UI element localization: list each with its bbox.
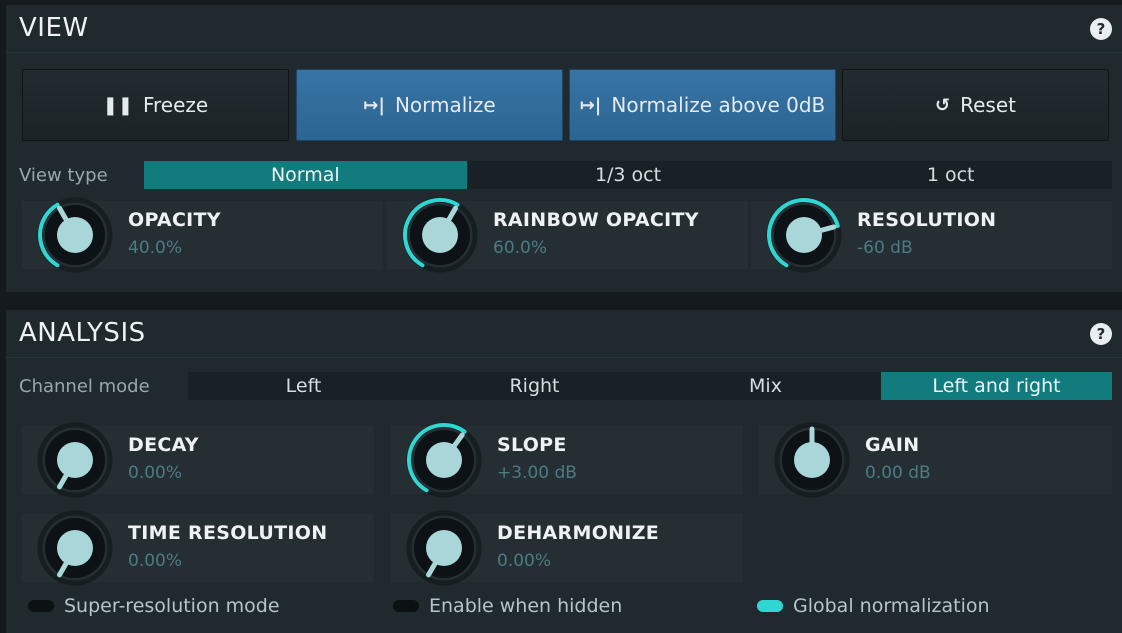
opacity-value: 40.0% bbox=[128, 238, 183, 258]
gain-name: GAIN bbox=[865, 434, 920, 456]
decay-knob[interactable] bbox=[36, 421, 114, 499]
slope-value: +3.00 dB bbox=[497, 463, 577, 483]
view-header: VIEW ? bbox=[6, 5, 1122, 53]
decay-name: DECAY bbox=[128, 434, 199, 456]
channel-mode-left[interactable]: Left bbox=[188, 372, 419, 400]
resolution-knob[interactable] bbox=[765, 196, 843, 274]
time-resolution-control: TIME RESOLUTION 0.00% bbox=[22, 510, 374, 586]
super-resolution-label: Super-resolution mode bbox=[64, 595, 280, 617]
global-normalization-switch[interactable] bbox=[757, 600, 783, 612]
decay-control: DECAY 0.00% bbox=[22, 422, 374, 498]
deharmonize-name: DEHARMONIZE bbox=[497, 522, 660, 544]
freeze-label: Freeze bbox=[142, 93, 209, 117]
view-type-row: View type Normal 1/3 oct 1 oct bbox=[6, 161, 1112, 189]
rainbow-opacity-control: RAINBOW OPACITY 60.0% bbox=[387, 197, 748, 273]
channel-mode-selector[interactable]: Left Right Mix Left and right bbox=[188, 372, 1112, 400]
view-type-label: View type bbox=[19, 164, 108, 186]
view-type-normal[interactable]: Normal bbox=[144, 161, 467, 189]
view-help-icon[interactable]: ? bbox=[1090, 18, 1112, 40]
slope-control: SLOPE +3.00 dB bbox=[391, 422, 743, 498]
view-type-third-oct[interactable]: 1/3 oct bbox=[467, 161, 790, 189]
channel-mode-right[interactable]: Right bbox=[419, 372, 650, 400]
reset-label: Reset bbox=[960, 93, 1016, 117]
resolution-value: -60 dB bbox=[857, 238, 913, 258]
reset-button[interactable]: ↺ Reset bbox=[842, 69, 1109, 141]
normalize-above-icon: ↦| bbox=[579, 94, 602, 116]
normalize-button[interactable]: ↦| Normalize bbox=[296, 69, 563, 141]
rainbow-opacity-value: 60.0% bbox=[493, 238, 548, 258]
deharmonize-control: DEHARMONIZE 0.00% bbox=[391, 510, 743, 586]
normalize-above-label: Normalize above 0dB bbox=[611, 93, 826, 117]
rainbow-opacity-knob[interactable] bbox=[401, 196, 479, 274]
enable-when-hidden-toggle[interactable]: Enable when hidden bbox=[393, 595, 622, 617]
normalize-label: Normalize bbox=[394, 93, 496, 117]
slope-name: SLOPE bbox=[497, 434, 567, 456]
super-resolution-toggle[interactable]: Super-resolution mode bbox=[28, 595, 280, 617]
enable-when-hidden-label: Enable when hidden bbox=[429, 595, 623, 617]
decay-value: 0.00% bbox=[128, 463, 183, 483]
opacity-knob[interactable] bbox=[36, 196, 114, 274]
opacity-control: OPACITY 40.0% bbox=[22, 197, 383, 273]
channel-mode-label: Channel mode bbox=[19, 375, 150, 397]
super-resolution-switch[interactable] bbox=[28, 600, 54, 612]
resolution-name: RESOLUTION bbox=[857, 209, 997, 231]
view-panel: VIEW ? ❚❚ Freeze ↦| Normalize ↦| Normali… bbox=[6, 5, 1122, 292]
deharmonize-knob[interactable] bbox=[405, 509, 483, 587]
global-normalization-toggle[interactable]: Global normalization bbox=[757, 595, 990, 617]
channel-mode-left-and-right[interactable]: Left and right bbox=[881, 372, 1112, 400]
reset-icon: ↺ bbox=[935, 94, 951, 116]
enable-when-hidden-switch[interactable] bbox=[393, 600, 419, 612]
normalize-above-0db-button[interactable]: ↦| Normalize above 0dB bbox=[569, 69, 836, 141]
rainbow-opacity-name: RAINBOW OPACITY bbox=[493, 209, 699, 231]
channel-mode-row: Channel mode Left Right Mix Left and rig… bbox=[6, 372, 1112, 400]
gain-knob[interactable] bbox=[773, 421, 851, 499]
global-normalization-label: Global normalization bbox=[793, 595, 990, 617]
normalize-icon: ↦| bbox=[363, 94, 385, 116]
gain-value: 0.00 dB bbox=[865, 463, 931, 483]
view-type-one-oct[interactable]: 1 oct bbox=[789, 161, 1112, 189]
channel-mode-mix[interactable]: Mix bbox=[650, 372, 881, 400]
analysis-title: ANALYSIS bbox=[19, 318, 146, 348]
time-resolution-value: 0.00% bbox=[128, 551, 183, 571]
view-title: VIEW bbox=[19, 13, 89, 43]
time-resolution-knob[interactable] bbox=[36, 509, 114, 587]
analysis-header: ANALYSIS ? bbox=[6, 310, 1122, 358]
pause-icon: ❚❚ bbox=[102, 94, 133, 116]
freeze-button[interactable]: ❚❚ Freeze bbox=[22, 69, 289, 141]
slope-knob[interactable] bbox=[405, 421, 483, 499]
deharmonize-value: 0.00% bbox=[497, 551, 552, 571]
time-resolution-name: TIME RESOLUTION bbox=[128, 522, 328, 544]
analysis-panel: ANALYSIS ? Channel mode Left Right Mix L… bbox=[6, 310, 1122, 633]
resolution-control: RESOLUTION -60 dB bbox=[751, 197, 1112, 273]
opacity-name: OPACITY bbox=[128, 209, 221, 231]
analysis-help-icon[interactable]: ? bbox=[1090, 323, 1112, 345]
view-type-selector[interactable]: Normal 1/3 oct 1 oct bbox=[144, 161, 1112, 189]
gain-control: GAIN 0.00 dB bbox=[759, 422, 1112, 498]
